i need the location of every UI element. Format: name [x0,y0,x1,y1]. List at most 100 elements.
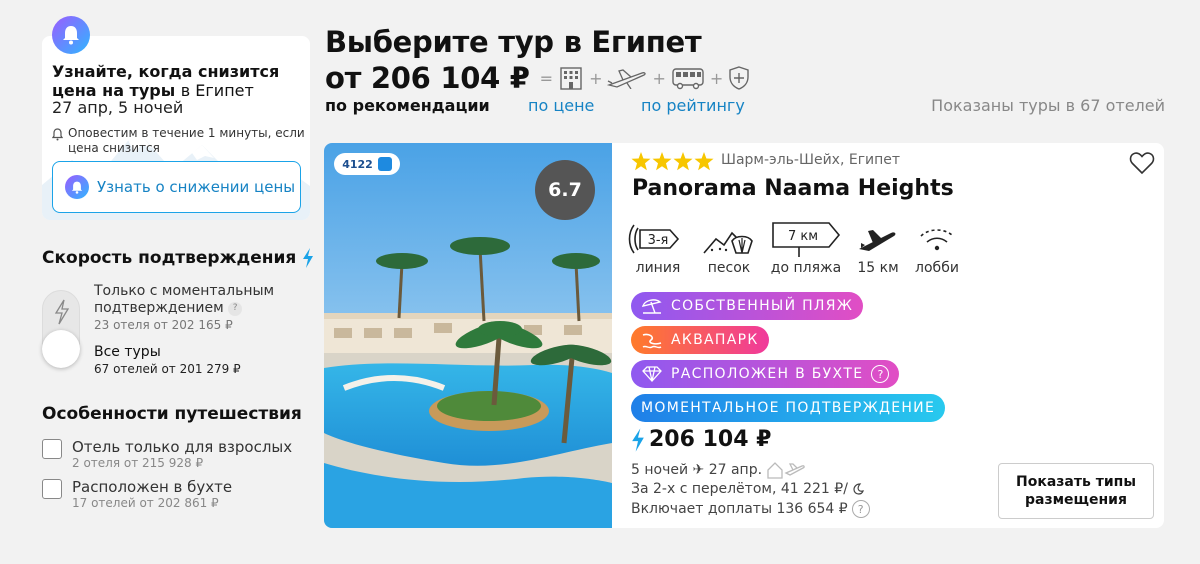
star-icon [631,152,651,171]
hotel-icon [560,67,582,90]
speed-option-instant[interactable]: Только с моментальным подтверждением ? 2… [94,283,294,332]
tag-label: МОМЕНТАЛЬНОЕ ПОДТВЕРЖДЕНИЕ [641,400,936,416]
star-icon [673,152,693,171]
feature-caption: песок [707,260,751,276]
filter-in-bay-count: 17 отелей от 202 861 ₽ [72,496,219,510]
price-alert-title: Узнайте, когда снизится цена на туры в Е… [52,62,302,100]
plus-sign: + [589,68,603,88]
per-person-price-text: За 2-х с перелётом, 41 221 ₽/ [631,481,848,497]
line-waves-icon: 3-я [626,219,690,259]
favorite-heart-icon[interactable] [1129,151,1155,175]
tour-composition: = + + + [540,65,751,91]
operator-code: 4122 [342,157,373,171]
travel-features-heading: Особенности путешествия [42,404,302,424]
price-summary: от 206 104 ₽ = + + + [325,61,750,95]
speed-toggle[interactable] [42,290,80,368]
lightning-outline-icon [54,299,70,325]
sort-bar: по рекомендации по цене по рейтингу Пока… [325,96,1165,118]
hotel-name[interactable]: Panorama Naama Heights [632,176,954,201]
operator-logo-icon [377,157,392,171]
min-price: от 206 104 ₽ [325,61,530,95]
star-rating [631,152,714,171]
speed-option-all-label: Все туры [94,344,161,360]
plus-sign: + [709,68,724,88]
tag-label: СОБСТВЕННЫЙ ПЛЯЖ [671,298,854,314]
hotel-price-value: 206 104 ₽ [649,427,772,452]
stay-dates-text: 5 ночей ✈ 27 апр. [631,462,763,478]
filter-in-bay-label: Расположен в бухте [72,478,233,496]
filter-adults-only-label: Отель только для взрослых [72,438,293,456]
sort-recommended[interactable]: по рекомендации [325,96,490,115]
star-icon [694,152,714,171]
filter-adults-only[interactable]: Отель только для взрослых 2 отеля от 215… [42,438,292,470]
feature-caption: лобби [915,260,959,276]
speed-toggle-knob[interactable] [42,330,80,368]
feature-caption: до пляжа [770,260,842,276]
tag-in-bay: РАСПОЛОЖЕН В БУХТЕ ? [631,360,900,388]
sort-by-price[interactable]: по цене [528,96,594,115]
sort-by-rating[interactable]: по рейтингу [641,96,745,115]
price-alert-title-destination: в Египет [180,81,254,100]
extras-text: Включает доплаты 136 654 ₽ [631,501,848,517]
speed-filter-heading-text: Скорость подтверждения [42,248,297,268]
speed-filter-heading: Скорость подтверждения [42,248,314,268]
distance-badge-text: 7 км [788,229,818,244]
sign-arrow-icon: 7 км [769,219,843,259]
airplane-icon [855,219,901,259]
filter-in-bay[interactable]: Расположен в бухте 17 отелей от 202 861 … [42,478,232,510]
bus-icon [672,68,704,90]
subscribe-price-drop-button[interactable]: Узнать о снижении цены [52,161,301,213]
bell-icon [52,16,90,54]
page-title: Выберите тур в Египет [325,25,702,59]
plus-sign: + [652,68,666,88]
small-bell-icon [52,128,63,141]
feature-beach-line: 3-я линия [626,219,690,276]
speed-option-instant-label: Только с моментальным подтверждением [94,283,275,316]
feature-airport-distance: 15 км [855,219,901,276]
umbrella-icon [641,299,662,314]
wifi-icon [912,219,962,259]
tag-label: РАСПОЛОЖЕН В БУХТЕ [671,366,864,382]
diamond-icon [642,366,662,382]
help-icon[interactable]: ? [851,500,870,518]
feature-caption: 15 км [857,260,899,276]
rating-badge: 6.7 [535,160,595,220]
house-plane-icon [767,462,805,479]
bell-icon [65,175,89,199]
tag-private-beach: СОБСТВЕННЫЙ ПЛЯЖ [631,292,864,320]
hotel-card[interactable]: 4122 6.7 Шарм-эль-Шейх, Египет Panorama … [324,143,1164,528]
stay-dates: 5 ночей ✈ 27 апр. [631,461,806,479]
sand-shell-icon [702,219,756,259]
hotel-location: Шарм-эль-Шейх, Египет [721,152,901,168]
speed-option-all-count: 67 отелей от 201 279 ₽ [94,362,241,376]
waterslide-icon [642,333,662,349]
extras-info: Включает доплаты 136 654 ₽ ? [631,500,870,518]
star-icon [652,152,672,171]
price-alert-note-text: Оповестим в течение 1 минуты, если цена … [68,126,305,155]
speed-option-instant-count: 23 отеля от 202 165 ₽ [94,318,233,332]
tag-instant-confirmation: МОМЕНТАЛЬНОЕ ПОДТВЕРЖДЕНИЕ [631,394,946,422]
speed-option-all[interactable]: Все туры 67 отелей от 201 279 ₽ [94,344,294,376]
feature-caption: линия [635,260,681,276]
show-room-types-button[interactable]: Показать типы размещения [998,463,1154,519]
plane-icon [607,69,647,89]
feature-beach-distance: 7 км до пляжа [769,219,843,276]
filter-adults-only-count: 2 отеля от 215 928 ₽ [72,456,204,470]
per-person-price: За 2-х с перелётом, 41 221 ₽/ [631,481,864,497]
subscribe-button-label: Узнать о снижении цены [97,178,296,196]
feature-sand: песок [702,219,756,276]
checkbox[interactable] [42,439,62,459]
shield-plus-icon [729,66,749,90]
tag-label: АКВАПАРК [671,332,759,348]
checkbox[interactable] [42,479,62,499]
help-icon[interactable]: ? [871,365,890,383]
equals-sign: = [539,68,554,88]
line-badge-text: 3-я [648,233,669,248]
hotel-price: 206 104 ₽ [631,427,771,452]
price-alert-dates: 27 апр, 5 ночей [52,98,184,117]
moon-icon [853,483,864,495]
results-count: Показаны туры в 67 отелей [931,96,1165,115]
tag-aquapark: АКВАПАРК [631,326,769,354]
lightning-icon [632,427,644,452]
help-icon[interactable]: ? [228,301,243,316]
